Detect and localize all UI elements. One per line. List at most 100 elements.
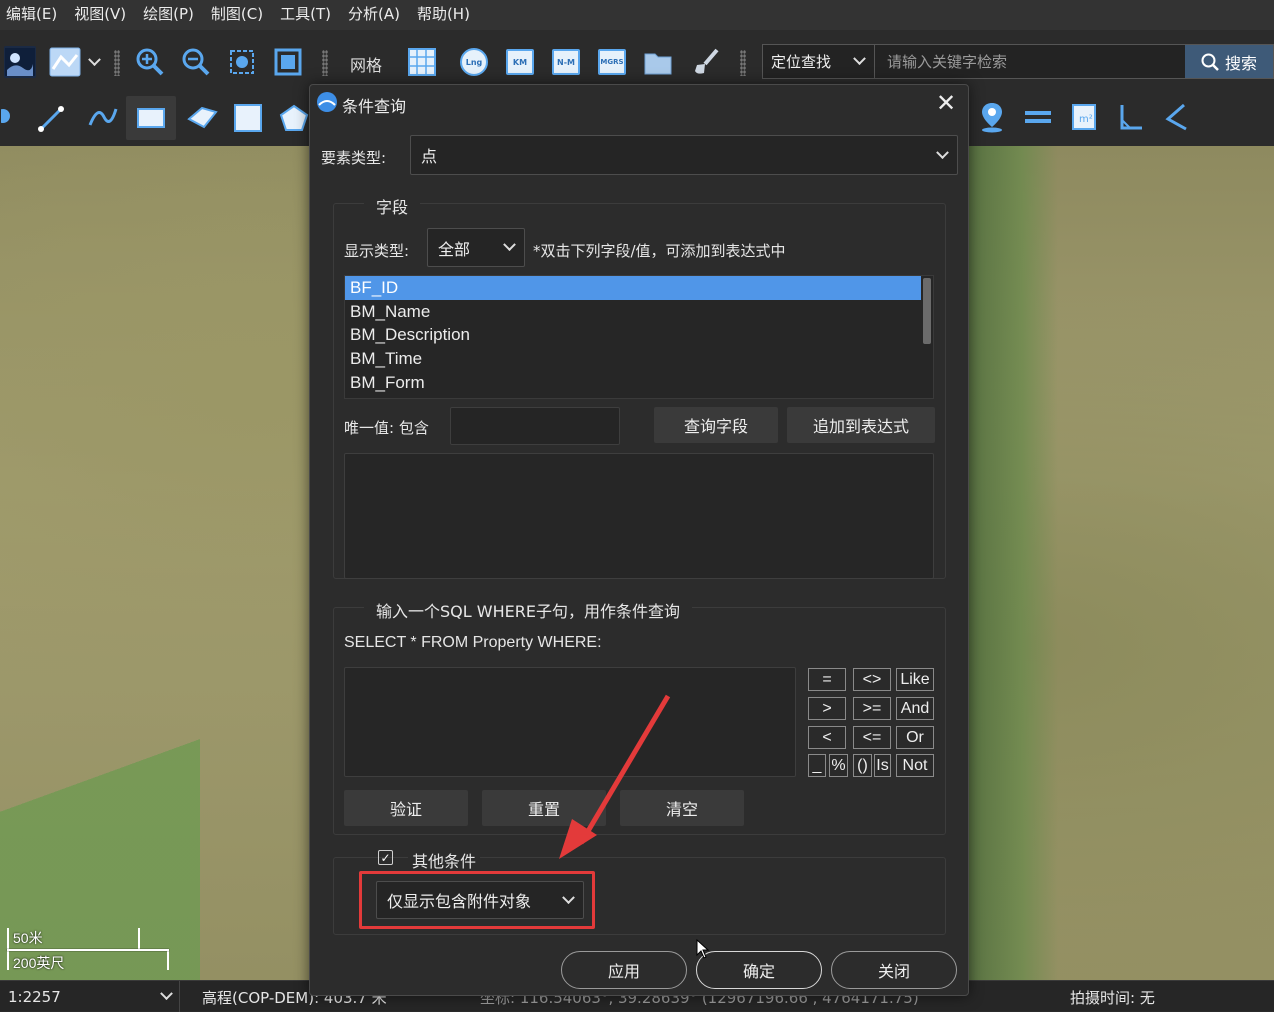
display-type-select[interactable]: 全部	[427, 228, 525, 267]
scale-tick	[138, 928, 140, 950]
zoom-out-icon[interactable]	[180, 46, 212, 78]
append-expression-button[interactable]: 追加到表达式	[787, 407, 935, 443]
feature-type-select[interactable]: 点	[410, 135, 958, 175]
other-conditions-label: 其他条件	[408, 848, 481, 872]
draw-curve-icon[interactable]	[84, 102, 120, 134]
brush-icon[interactable]	[690, 46, 722, 78]
nm-grid-icon[interactable]: N-M	[550, 46, 582, 78]
measure-distance-icon[interactable]	[1020, 100, 1056, 134]
operator-parentheses-button[interactable]: ()	[853, 754, 872, 777]
chevron-down-icon	[160, 987, 173, 1001]
operator-less-equal-button[interactable]: <=	[853, 726, 891, 749]
satellite-map-icon[interactable]	[4, 46, 36, 78]
unique-value-input[interactable]	[450, 407, 620, 445]
chevron-down-icon[interactable]	[86, 52, 102, 70]
menu-cartography[interactable]: 制图(C)	[205, 0, 274, 30]
map-vegetation-strip	[968, 146, 1058, 980]
search-input[interactable]	[875, 45, 1185, 78]
field-item[interactable]: BM_Description	[345, 323, 933, 347]
globe-lnglat-icon[interactable]: Lng	[458, 46, 490, 78]
close-icon[interactable]: ✕	[932, 89, 960, 117]
grid-label: 网格	[350, 56, 383, 75]
folder-icon[interactable]	[642, 46, 674, 78]
draw-pentagon-icon[interactable]	[276, 102, 312, 134]
apply-button[interactable]: 应用	[561, 951, 687, 989]
list-scrollbar[interactable]	[923, 278, 931, 344]
search-button[interactable]: 搜索	[1185, 45, 1273, 78]
operator-greater-button[interactable]: >	[808, 697, 846, 720]
draw-rectangle-icon[interactable]	[126, 96, 176, 140]
sql-prefix: SELECT * FROM Property WHERE:	[344, 634, 602, 651]
draw-point-icon[interactable]	[0, 102, 16, 134]
toolbar-grip	[740, 50, 746, 76]
chevron-down-icon	[936, 145, 949, 159]
menu-draw[interactable]: 绘图(P)	[137, 0, 205, 30]
draw-polygon-icon[interactable]	[184, 102, 220, 134]
operator-is-button[interactable]: Is	[874, 754, 891, 777]
other-conditions-checkbox[interactable]: ✓	[378, 850, 393, 865]
operator-equals-button[interactable]: =	[808, 668, 846, 691]
measure-angle-icon[interactable]	[1158, 100, 1194, 134]
measure-height-icon[interactable]	[1112, 100, 1148, 134]
sql-where-textarea[interactable]	[344, 667, 796, 777]
field-item[interactable]: BM_Form	[345, 371, 933, 395]
operator-not-button[interactable]: Not	[896, 754, 934, 777]
close-button[interactable]: 关闭	[831, 951, 957, 989]
ok-button[interactable]: 确定	[696, 951, 822, 989]
km-grid-icon[interactable]: KM	[504, 46, 536, 78]
operator-percent-button[interactable]: %	[829, 754, 848, 777]
basemap-icon[interactable]	[48, 46, 82, 78]
menu-help[interactable]: 帮助(H)	[411, 0, 481, 30]
full-extent-icon[interactable]	[272, 46, 304, 78]
grid-icon[interactable]	[406, 46, 438, 78]
scale-tick	[167, 950, 169, 970]
operator-greater-equal-button[interactable]: >=	[853, 697, 891, 720]
location-pin-icon[interactable]	[974, 100, 1010, 134]
hint-text: *双击下列字段/值，可添加到表达式中	[533, 242, 786, 260]
unique-value-label: 唯一值: 包含	[344, 419, 429, 437]
zoom-extent-icon[interactable]	[226, 46, 258, 78]
scale-select[interactable]: 1:2257	[0, 981, 180, 1012]
toolbar-grip	[322, 50, 328, 76]
location-mode-select[interactable]: 定位查找	[763, 45, 875, 78]
menu-tools[interactable]: 工具(T)	[274, 0, 342, 30]
draw-line-icon[interactable]	[34, 102, 72, 134]
scale-imperial: 200英尺	[13, 955, 65, 971]
field-item[interactable]: BM_Name	[345, 300, 933, 324]
scale-line	[7, 949, 169, 951]
validate-button[interactable]: 验证	[344, 790, 468, 826]
km-label: KM	[506, 49, 534, 75]
query-field-button[interactable]: 查询字段	[654, 407, 778, 443]
reset-button[interactable]: 重置	[482, 790, 606, 826]
operator-or-button[interactable]: Or	[896, 726, 934, 749]
toolbar-grip	[114, 50, 120, 76]
capture-time: 拍摄时间: 无	[1070, 989, 1155, 1007]
search-icon	[1201, 53, 1219, 71]
menu-edit[interactable]: 编辑(E)	[0, 0, 68, 30]
scale-value: 1:2257	[8, 987, 61, 1006]
condition-query-dialog: 条件查询 ✕ 要素类型: 点 字段 显示类型: 全部 *双击下列字段/值，可添加…	[309, 84, 969, 996]
field-list[interactable]: BF_ID BM_Name BM_Description BM_Time BM_…	[344, 275, 934, 399]
measure-area-icon[interactable]: m²	[1066, 100, 1102, 134]
feature-type-value: 点	[421, 147, 438, 166]
scale-metric: 50米	[13, 930, 43, 946]
draw-square-icon[interactable]	[230, 102, 266, 134]
app-logo-icon	[317, 92, 337, 112]
location-mode-value: 定位查找	[771, 53, 832, 71]
unique-values-list[interactable]	[344, 453, 934, 579]
svg-text:m²: m²	[1079, 114, 1093, 125]
menu-view[interactable]: 视图(V)	[68, 0, 137, 30]
field-item[interactable]: BM_Time	[345, 347, 933, 371]
highlight-box	[359, 871, 595, 929]
operator-less-button[interactable]: <	[808, 726, 846, 749]
operator-underscore-button[interactable]: _	[808, 754, 826, 777]
operator-not-equal-button[interactable]: <>	[853, 668, 891, 691]
display-type-value: 全部	[438, 239, 471, 259]
menu-analysis[interactable]: 分析(A)	[342, 0, 411, 30]
operator-and-button[interactable]: And	[896, 697, 934, 720]
field-item[interactable]: BF_ID	[345, 276, 921, 300]
clear-button[interactable]: 清空	[620, 790, 744, 826]
zoom-in-icon[interactable]	[134, 46, 166, 78]
mgrs-grid-icon[interactable]: MGRS	[596, 46, 628, 78]
operator-like-button[interactable]: Like	[896, 668, 934, 691]
